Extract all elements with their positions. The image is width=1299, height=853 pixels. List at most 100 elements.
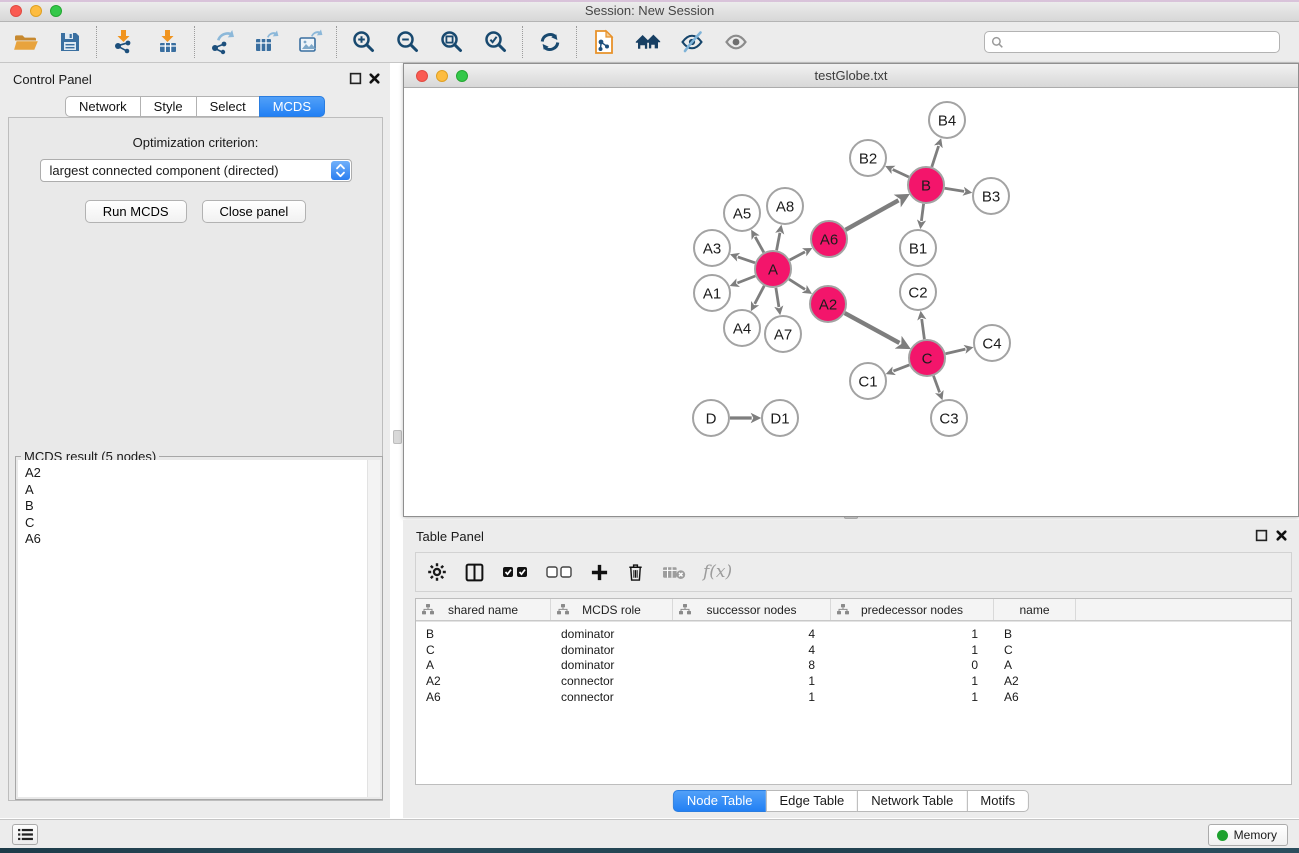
graph-edge-A-A8[interactable] [777, 233, 780, 251]
graph-node-A8[interactable]: A8 [767, 188, 803, 224]
graph-edge-C-C3[interactable] [934, 376, 940, 393]
close-panel-icon[interactable] [368, 72, 381, 85]
table-settings-icon[interactable] [427, 562, 447, 582]
tab-select[interactable]: Select [196, 96, 260, 117]
graph-node-A6[interactable]: A6 [811, 221, 847, 257]
graph-node-B2[interactable]: B2 [850, 140, 886, 176]
graph-edge-A-A5[interactable] [755, 237, 764, 253]
graph-edge-C-C2[interactable] [922, 319, 925, 339]
graph-node-A7[interactable]: A7 [765, 316, 801, 352]
graph-node-A4[interactable]: A4 [724, 310, 760, 346]
graph-edge-A-A2[interactable] [789, 279, 805, 289]
add-row-icon[interactable] [590, 563, 609, 582]
graph-node-C3[interactable]: C3 [931, 400, 967, 436]
column-header-successor-nodes[interactable]: successor nodes [673, 599, 831, 620]
graph-node-A[interactable]: A [755, 251, 791, 287]
result-scrollbar[interactable] [367, 460, 380, 797]
graph-edge-B-B4[interactable] [932, 146, 939, 167]
table-row[interactable]: A2connector11A2 [416, 673, 1291, 689]
unselect-all-icon[interactable] [546, 565, 573, 579]
zoom-selected-icon[interactable] [482, 29, 509, 56]
graph-node-D1[interactable]: D1 [762, 400, 798, 436]
graph-node-B4[interactable]: B4 [929, 102, 965, 138]
tab-network[interactable]: Network [65, 96, 141, 117]
graph-edge-A-A1[interactable] [737, 276, 755, 283]
table-row[interactable]: A6connector11A6 [416, 689, 1291, 705]
mcds-result-list[interactable]: A2ABCA6 [18, 460, 380, 548]
result-item[interactable]: A6 [25, 531, 380, 548]
close-window-button[interactable] [10, 5, 22, 17]
result-item[interactable]: B [25, 498, 380, 515]
column-header-mcds-role[interactable]: MCDS role [551, 599, 673, 620]
tab-edge-table[interactable]: Edge Table [765, 790, 858, 812]
home-icon[interactable] [634, 29, 661, 56]
run-mcds-button[interactable]: Run MCDS [85, 200, 187, 223]
open-session-icon[interactable] [12, 29, 39, 56]
export-image-icon[interactable] [296, 29, 323, 56]
graph-edge-C-C4[interactable] [946, 349, 966, 354]
table-row[interactable]: Adominator80A [416, 657, 1291, 673]
refresh-view-icon[interactable] [536, 29, 563, 56]
graph-node-B1[interactable]: B1 [900, 230, 936, 266]
save-session-icon[interactable] [56, 29, 83, 56]
vertical-split-handle[interactable] [393, 430, 402, 444]
graph-edge-A6-B[interactable] [846, 200, 899, 230]
float-table-panel-icon[interactable] [1255, 529, 1268, 542]
graph-node-A3[interactable]: A3 [694, 230, 730, 266]
tab-style[interactable]: Style [140, 96, 197, 117]
graph-node-B[interactable]: B [908, 167, 944, 203]
export-table-icon[interactable] [252, 29, 279, 56]
graph-node-A5[interactable]: A5 [724, 195, 760, 231]
criterion-dropdown[interactable]: largest connected component (directed) [40, 159, 352, 182]
graph-edge-B-B1[interactable] [921, 204, 923, 221]
tab-mcds[interactable]: MCDS [259, 96, 325, 117]
graph-edge-A2-C[interactable] [845, 313, 900, 343]
graph-edge-A-A7[interactable] [776, 288, 779, 307]
search-input[interactable] [1008, 35, 1273, 49]
show-all-icon[interactable] [722, 29, 749, 56]
graph-edge-A-A3[interactable] [738, 257, 755, 263]
result-item[interactable]: A2 [25, 465, 380, 482]
graph-node-C4[interactable]: C4 [974, 325, 1010, 361]
zoom-window-button[interactable] [50, 5, 62, 17]
graph-node-A2[interactable]: A2 [810, 286, 846, 322]
graph-node-B3[interactable]: B3 [973, 178, 1009, 214]
tab-network-table[interactable]: Network Table [857, 790, 967, 812]
search-field[interactable] [984, 31, 1280, 53]
graph-edge-A-A6[interactable] [790, 252, 805, 260]
network-canvas[interactable]: B4 B2 B B3 A8A5 A6 A3 B1 A C2 A1 A2 A4A7 C4 C C1 C3 D D1 [404, 88, 1298, 516]
graph-node-D[interactable]: D [693, 400, 729, 436]
zoom-in-icon[interactable] [350, 29, 377, 56]
graph-node-C[interactable]: C [909, 340, 945, 376]
task-history-button[interactable] [12, 824, 38, 845]
tab-node-table[interactable]: Node Table [673, 790, 767, 812]
minimize-window-button[interactable] [30, 5, 42, 17]
export-network-icon[interactable] [208, 29, 235, 56]
delete-row-icon[interactable] [626, 562, 645, 582]
result-item[interactable]: C [25, 515, 380, 532]
column-header-shared-name[interactable]: shared name [416, 599, 551, 620]
show-columns-icon[interactable] [464, 562, 485, 583]
close-panel-button[interactable]: Close panel [202, 200, 307, 223]
graph-edge-B-B2[interactable] [893, 170, 909, 178]
tab-motifs[interactable]: Motifs [966, 790, 1029, 812]
zoom-fit-icon[interactable] [438, 29, 465, 56]
open-network-file-icon[interactable] [590, 29, 617, 56]
column-header-name[interactable]: name [994, 599, 1076, 620]
close-network-button[interactable] [416, 70, 428, 82]
graph-node-A1[interactable]: A1 [694, 275, 730, 311]
close-table-panel-icon[interactable] [1275, 529, 1288, 542]
graph-node-C1[interactable]: C1 [850, 363, 886, 399]
column-header-predecessor-nodes[interactable]: predecessor nodes [831, 599, 994, 620]
graph-edge-A-A4[interactable] [755, 286, 765, 304]
table-row[interactable]: Cdominator41C [416, 642, 1291, 658]
memory-button[interactable]: Memory [1208, 824, 1288, 846]
table-row[interactable]: Bdominator41B [416, 626, 1291, 642]
graph-edge-B-B3[interactable] [945, 188, 964, 191]
graph-node-C2[interactable]: C2 [900, 274, 936, 310]
select-all-icon[interactable] [502, 565, 529, 579]
graph-edge-C-C1[interactable] [893, 365, 909, 371]
zoom-out-icon[interactable] [394, 29, 421, 56]
zoom-network-button[interactable] [456, 70, 468, 82]
import-network-icon[interactable] [110, 29, 137, 56]
